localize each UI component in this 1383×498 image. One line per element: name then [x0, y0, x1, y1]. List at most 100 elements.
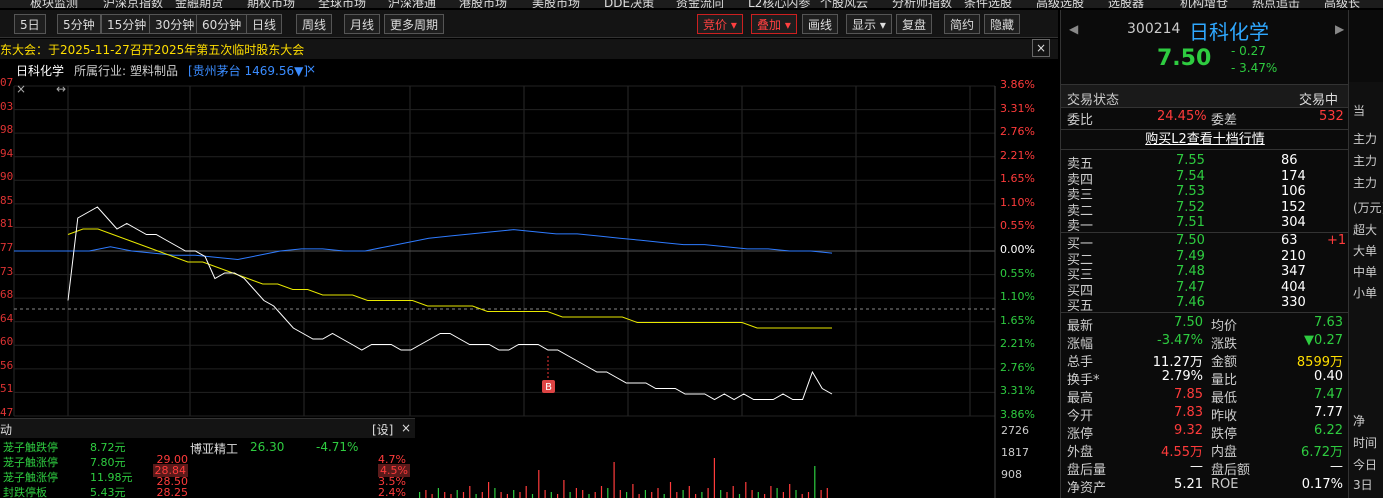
toolbar-button[interactable]: 显示 ▾: [846, 14, 892, 34]
volume-bar: [450, 494, 452, 498]
stock-code: 300214: [1127, 21, 1181, 37]
top-nav-item[interactable]: 热点追击: [1252, 0, 1300, 8]
period-tab[interactable]: 5日: [14, 14, 46, 34]
stat-value: -3.47%: [1157, 333, 1203, 348]
toolbar-button[interactable]: 隐藏: [984, 14, 1021, 34]
top-nav-item[interactable]: 分析师指数: [892, 0, 952, 8]
period-tab[interactable]: 5分钟: [57, 14, 101, 34]
volume-bar: [626, 492, 628, 498]
top-nav-item[interactable]: 金融期货: [175, 0, 223, 8]
top-nav-item[interactable]: 港股市场: [459, 0, 507, 8]
radar-close-icon[interactable]: ×: [401, 421, 411, 435]
radar-item[interactable]: 茏子触涨停 11.98元: [0, 469, 140, 484]
left-axis-tick: 73: [0, 264, 14, 278]
toolbar-button[interactable]: 画线: [802, 14, 839, 34]
ask-row[interactable]: 卖二 7.52 152: [1061, 199, 1349, 219]
toolbar-button[interactable]: 复盘: [896, 14, 933, 34]
volume-bar: [569, 492, 571, 498]
period-tab[interactable]: 更多周期: [384, 14, 445, 34]
book-volume: 152: [1281, 199, 1306, 215]
left-axis-tick: 64: [0, 311, 14, 325]
radar-item-name: 茏子触跌停: [3, 441, 58, 454]
top-nav-item[interactable]: 全球市场: [318, 0, 366, 8]
book-price: 7.46: [1176, 295, 1205, 310]
top-nav-item[interactable]: 沪深港通: [388, 0, 436, 8]
top-nav-item[interactable]: L2核心内参: [748, 0, 810, 8]
top-nav-item[interactable]: 板块监测: [30, 0, 78, 8]
top-nav-item[interactable]: 沪深京指数: [103, 0, 163, 8]
close-icon[interactable]: ×: [1032, 39, 1050, 57]
stat-label: 盘后量: [1067, 463, 1107, 478]
bid-row[interactable]: 买二 7.49 210: [1061, 249, 1349, 268]
industry-value[interactable]: 塑料制品: [130, 62, 178, 79]
stat-value: 7.83: [1174, 405, 1203, 420]
fund-flow-label: 大单: [1353, 244, 1378, 258]
book-volume: 174: [1281, 168, 1306, 184]
ask-row[interactable]: 卖三 7.53 106: [1061, 184, 1349, 203]
period-tab[interactable]: 月线: [344, 14, 381, 34]
book-price: 7.55: [1176, 153, 1205, 168]
quote-panel: ◀ 300214 日科化学 ▶ 7.50 - 0.27 - 3.47% 交易状态…: [1060, 10, 1349, 498]
period-tab[interactable]: 15分钟: [101, 14, 153, 34]
top-nav-item[interactable]: 条件选股: [964, 0, 1012, 8]
top-nav-item[interactable]: 高级长: [1324, 0, 1360, 8]
volume-bar: [563, 480, 565, 498]
period-tab[interactable]: 60分钟: [196, 14, 248, 34]
settings-button[interactable]: [设]: [372, 421, 393, 438]
left-axis-tick: 94: [0, 146, 14, 160]
book-price: 7.54: [1176, 168, 1205, 184]
left-axis-tick: 81: [0, 217, 14, 231]
overlay-index[interactable]: [贵州茅台 1469.56▼]: [188, 62, 308, 79]
top-nav-item[interactable]: DDE决策: [604, 0, 654, 8]
top-nav-item[interactable]: 资金流向: [676, 0, 724, 8]
radar-item[interactable]: 茏子触涨停 7.80元: [0, 454, 140, 469]
radar-list: 茏子触跌停 8.72元 茏子触涨停 7.80元 茏子触涨停 11.98元 封跌停板 5.43元: [0, 439, 140, 498]
radar-item[interactable]: 茏子触跌停 8.72元: [0, 439, 140, 454]
top-nav-item[interactable]: 美股市场: [532, 0, 580, 8]
period-tab[interactable]: 日线: [246, 14, 283, 34]
industry-label: 所属行业:: [74, 64, 127, 78]
radar-item[interactable]: 封跌停板 5.43元: [0, 484, 140, 498]
stat-label: 最新: [1067, 319, 1094, 334]
top-nav-item[interactable]: 期权市场: [247, 0, 295, 8]
stat-value: 2.79%: [1161, 369, 1203, 384]
fund-flow-label: 今日: [1353, 458, 1378, 472]
toolbar-button[interactable]: 叠加 ▾: [751, 14, 797, 34]
overlay-close-icon[interactable]: ×: [306, 62, 316, 76]
fund-flow-label: 小单: [1353, 286, 1378, 300]
period-tab[interactable]: 30分钟: [149, 14, 201, 34]
l2-link[interactable]: 购买L2查看十档行情: [1145, 132, 1265, 147]
next-arrow-icon[interactable]: ▶: [1335, 22, 1344, 36]
top-nav-item[interactable]: 个股风云: [820, 0, 868, 8]
toolbar-button[interactable]: 简约: [944, 14, 981, 34]
volume-bar: [488, 482, 490, 498]
volume-bar: [632, 484, 634, 498]
stat-row: 净资产 5.21 ROE 0.17%: [1061, 477, 1349, 496]
prev-arrow-icon[interactable]: ◀: [1069, 22, 1078, 36]
ask-row[interactable]: 卖四 7.54 174: [1061, 168, 1349, 188]
intraday-chart[interactable]: × ↔ B: [0, 81, 1058, 418]
volume-bar: [588, 494, 590, 498]
bid-row[interactable]: 买四 7.47 404: [1061, 279, 1349, 299]
top-nav-item[interactable]: 选股器: [1108, 0, 1144, 8]
ask-row[interactable]: 卖五 7.55 86: [1061, 153, 1349, 172]
stat-label: 净资产: [1067, 481, 1107, 496]
top-nav-item[interactable]: 高级选股: [1036, 0, 1084, 8]
book-price: 7.47: [1176, 279, 1205, 295]
radar-title: 动: [0, 423, 13, 437]
stock-title: 日科化学: [1189, 20, 1269, 44]
period-tab[interactable]: 周线: [296, 14, 333, 34]
top-nav-item[interactable]: 机构增仓: [1180, 0, 1228, 8]
bid-row[interactable]: 买一 7.50 63 +1: [1061, 233, 1349, 252]
bid-row[interactable]: 买三 7.48 347: [1061, 264, 1349, 283]
ask-row[interactable]: 卖一 7.51 304: [1061, 215, 1349, 234]
benchmark-line: [14, 229, 833, 261]
announcement-text[interactable]: 东大会：于2025-11-27召开2025年第五次临时股东大会: [0, 41, 304, 58]
book-volume: 106: [1281, 184, 1306, 199]
bid-row[interactable]: 买五 7.46 330: [1061, 295, 1349, 314]
volume-bar: [594, 492, 596, 498]
radar-stock-name[interactable]: 博亚精工: [190, 440, 238, 457]
stat-label: ROE: [1211, 477, 1239, 492]
toolbar-button[interactable]: 竞价 ▾: [697, 14, 743, 34]
volume-bar: [751, 490, 753, 498]
